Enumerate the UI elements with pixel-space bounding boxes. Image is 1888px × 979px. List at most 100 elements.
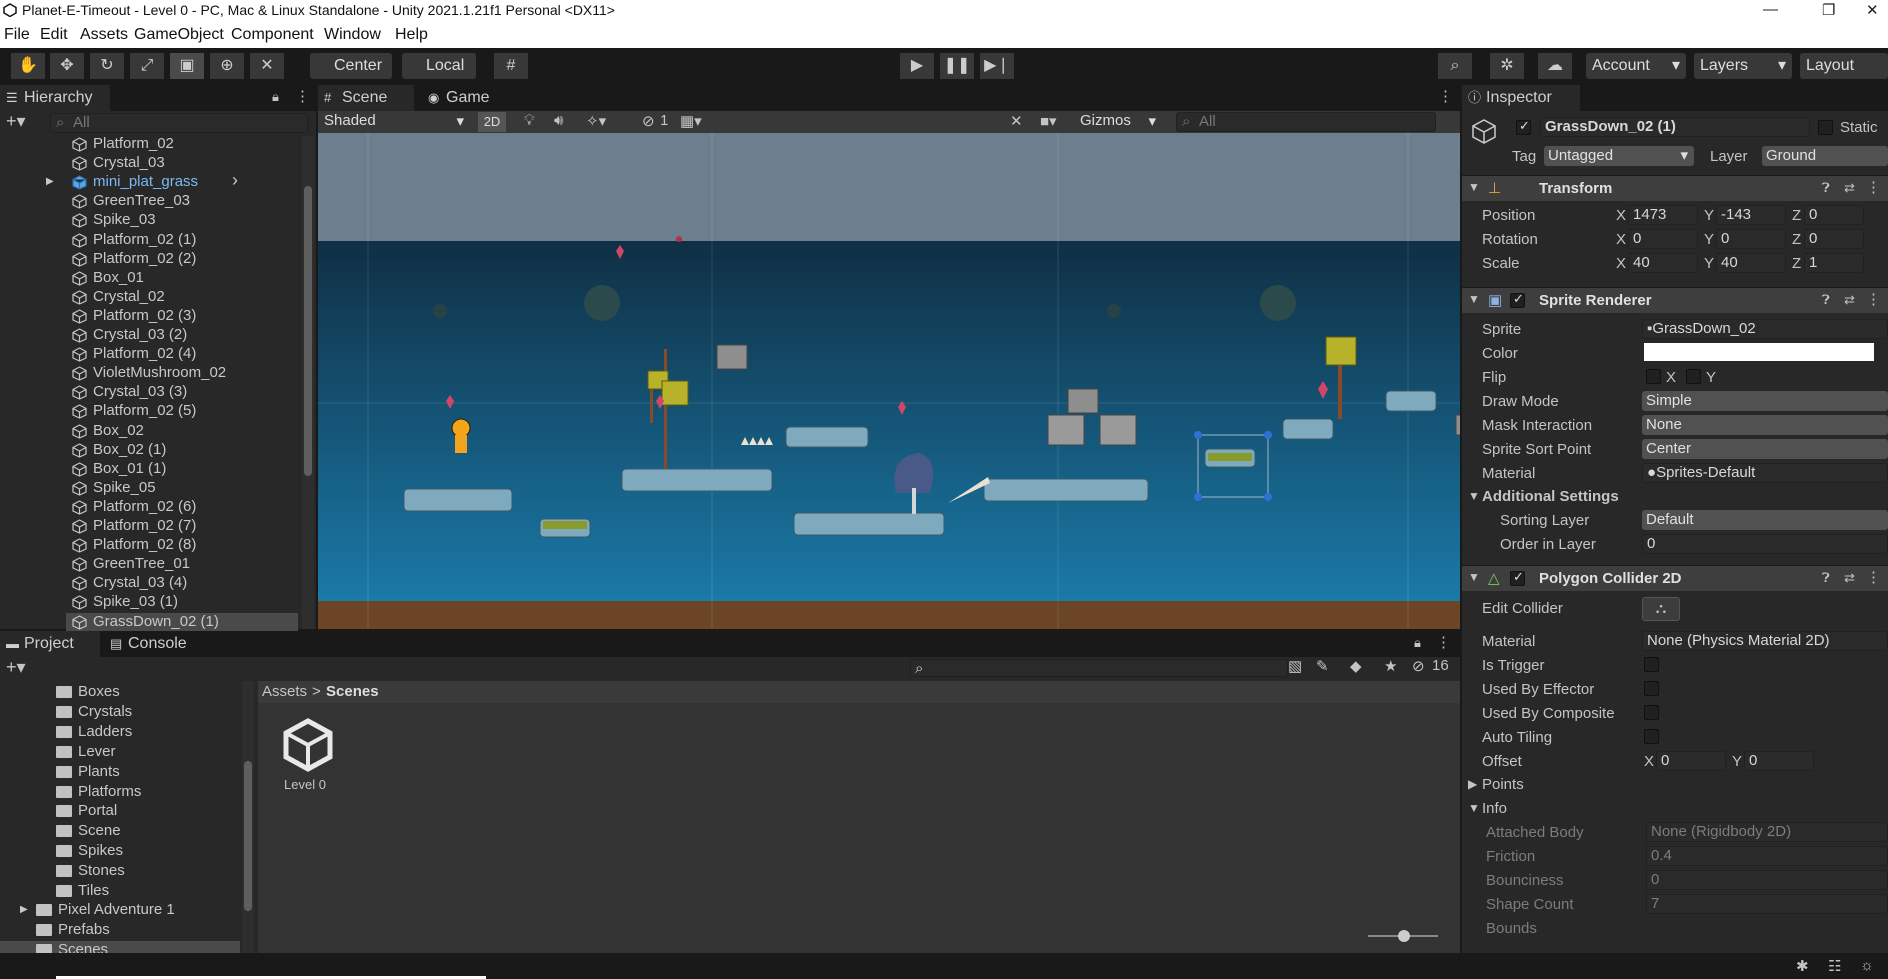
hierarchy-scrollbar[interactable] [302, 136, 314, 629]
kebab-menu-icon[interactable]: ⋮ [1436, 633, 1451, 651]
favorites-icon[interactable]: ★ [1384, 657, 1397, 675]
filter-by-label-icon[interactable]: ✎ [1316, 657, 1329, 675]
platform-sprite[interactable] [403, 488, 513, 512]
transform-header[interactable]: ▼ ⊥ Transform ❓︎ ⇄ ⋮ [1462, 175, 1888, 201]
menu-window[interactable]: Window [324, 26, 381, 44]
add-icon[interactable]: +▾ [6, 657, 26, 678]
breadcrumb-scenes[interactable]: Scenes [326, 683, 379, 700]
bug-icon[interactable]: ✱ [1796, 957, 1809, 975]
transform-tool-icon[interactable]: ⊕ [210, 53, 244, 79]
menu-assets[interactable]: Assets [80, 26, 128, 44]
tab-scene[interactable]: # Scene [318, 85, 414, 111]
edit-collider-button[interactable]: ⛬ [1642, 597, 1680, 621]
collab-icon[interactable]: ✲ [1490, 53, 1524, 79]
filter-by-type-icon[interactable]: ▧ [1288, 657, 1302, 675]
sprite-sort-point-dropdown[interactable]: Center [1642, 439, 1888, 459]
offset-x-field[interactable]: 0 [1656, 751, 1726, 771]
effects-icon[interactable]: ✧▾ [586, 112, 606, 130]
expand-arrow-icon[interactable]: ▶ [46, 176, 54, 187]
shading-dropdown[interactable]: Shaded ▾ [320, 112, 468, 132]
play-button[interactable]: ▶ [900, 53, 934, 79]
order-in-layer-field[interactable]: 0 [1642, 534, 1888, 554]
minimize-button[interactable]: — [1763, 1, 1778, 18]
platform-sprite[interactable] [621, 468, 773, 492]
axis-x-label[interactable]: X [1616, 231, 1626, 248]
axis-y-label[interactable]: Y [1704, 207, 1714, 224]
transform-z-field[interactable]: 1 [1804, 253, 1864, 273]
platform-sprite[interactable] [785, 426, 869, 448]
points-label[interactable]: Points [1482, 776, 1524, 793]
foldout-icon[interactable]: ▼ [1468, 489, 1480, 503]
layer-dropdown[interactable]: Ground [1762, 146, 1888, 166]
camera-icon[interactable]: ■▾ [1040, 112, 1057, 130]
used-by-effector-checkbox[interactable] [1644, 681, 1659, 696]
hidden-packages-icon[interactable]: ⊘ [1412, 657, 1425, 675]
green-tree-sprite[interactable] [661, 380, 689, 406]
menu-file[interactable]: File [4, 26, 30, 44]
player-sprite[interactable] [451, 418, 471, 438]
scrollbar-thumb[interactable] [304, 186, 312, 476]
open-prefab-icon[interactable]: › [232, 170, 238, 191]
scene-viewport[interactable] [318, 133, 1460, 629]
axis-z-label[interactable]: Z [1792, 255, 1801, 272]
tools-icon[interactable]: ✕ [1010, 112, 1023, 130]
preset-icon[interactable]: ⇄ [1844, 570, 1855, 586]
cache-server-icon[interactable]: ☷ [1828, 957, 1841, 975]
mask-interaction-dropdown[interactable]: None [1642, 415, 1888, 435]
folder-tree-scrollbar[interactable] [242, 681, 254, 953]
pivot-local-button[interactable]: Local [402, 53, 476, 79]
move-tool-icon[interactable]: ✥ [50, 53, 84, 79]
offset-y-field[interactable]: 0 [1744, 751, 1814, 771]
custom-tool-icon[interactable]: ✕ [250, 53, 284, 79]
kebab-menu-icon[interactable]: ⋮ [1866, 178, 1881, 196]
sprite-field[interactable]: ▪GrassDown_02 [1642, 319, 1888, 339]
layers-dropdown[interactable]: Layers ▾ [1694, 53, 1792, 79]
kebab-menu-icon[interactable]: ⋮ [1866, 290, 1881, 308]
transform-y-field[interactable]: 40 [1716, 253, 1786, 273]
transform-y-field[interactable]: -143 [1716, 205, 1786, 225]
kebab-menu-icon[interactable]: ⋮ [295, 87, 310, 105]
hand-tool-icon[interactable]: ✋ [11, 53, 45, 79]
collider-material-field[interactable]: None (Physics Material 2D) [1642, 631, 1888, 651]
used-by-composite-checkbox[interactable] [1644, 705, 1659, 720]
tab-inspector[interactable]: ⓘ Inspector [1462, 85, 1580, 111]
box-sprite[interactable] [1099, 414, 1137, 446]
axis-z-label[interactable]: Z [1792, 231, 1801, 248]
preset-icon[interactable]: ⇄ [1844, 180, 1855, 196]
box-sprite[interactable] [1455, 414, 1460, 436]
preset-icon[interactable]: ⇄ [1844, 292, 1855, 308]
scene-search-input[interactable]: ⌕ All [1176, 112, 1436, 132]
zoom-slider[interactable] [1368, 930, 1438, 942]
additional-settings-label[interactable]: Additional Settings [1482, 488, 1619, 505]
breadcrumb-assets[interactable]: Assets [262, 683, 307, 700]
help-icon[interactable]: ❓︎ [1822, 570, 1830, 586]
folder-item[interactable]: Scenes [0, 940, 240, 953]
foldout-closed-icon[interactable]: ▶ [1468, 777, 1477, 791]
scene-asset[interactable]: Level 0 [278, 717, 338, 797]
rect-tool-icon[interactable]: ▣ [170, 53, 204, 79]
menu-help[interactable]: Help [395, 26, 428, 44]
axis-y-label[interactable]: Y [1704, 231, 1714, 248]
lighting-icon[interactable]: 💡︎ [524, 112, 535, 129]
hierarchy-item[interactable]: GrassDown_02 (1) [66, 612, 298, 632]
platform-sprite[interactable] [1282, 418, 1334, 440]
box-sprite[interactable] [716, 344, 748, 370]
sorting-layer-dropdown[interactable]: Default [1642, 510, 1888, 530]
draw-mode-dropdown[interactable]: Simple [1642, 391, 1888, 411]
tab-console[interactable]: ▤ Console [104, 631, 214, 657]
lock-icon[interactable]: 🔒︎ [1414, 635, 1421, 651]
sprite-renderer-header[interactable]: ▼ ▣ Sprite Renderer ❓︎ ⇄ ⋮ [1462, 287, 1888, 313]
platform-sprite[interactable] [793, 512, 945, 536]
axis-x-label[interactable]: X [1616, 255, 1626, 272]
info-label[interactable]: Info [1482, 800, 1507, 817]
is-trigger-checkbox[interactable] [1644, 657, 1659, 672]
axis-x-label[interactable]: X [1616, 207, 1626, 224]
rotate-tool-icon[interactable]: ↻ [90, 53, 124, 79]
active-checkbox[interactable] [1516, 118, 1531, 135]
cloud-icon[interactable]: ☁ [1538, 53, 1572, 79]
maximize-button[interactable]: ❐ [1822, 1, 1835, 19]
transform-z-field[interactable]: 0 [1804, 205, 1864, 225]
transform-z-field[interactable]: 0 [1804, 229, 1864, 249]
visibility-icon[interactable]: ⊘ [642, 112, 655, 130]
gizmos-dropdown[interactable]: Gizmos ▾ [1076, 112, 1162, 132]
